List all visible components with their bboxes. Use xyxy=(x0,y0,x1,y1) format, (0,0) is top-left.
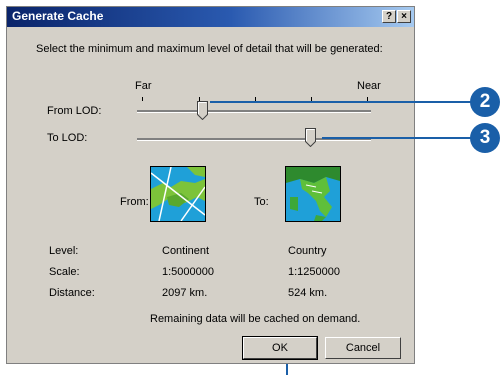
to-level-value: Country xyxy=(288,245,327,257)
instructions-text: Select the minimum and maximum level of … xyxy=(36,43,383,55)
from-scale-value: 1:5000000 xyxy=(162,266,214,278)
to-distance-value: 524 km. xyxy=(288,287,328,299)
slider-tick xyxy=(142,97,143,101)
callout-3: 3 xyxy=(470,123,500,153)
callout-2: 2 xyxy=(470,87,500,117)
level-label: Level: xyxy=(49,245,79,257)
distance-label: Distance: xyxy=(49,287,95,299)
ok-button[interactable]: OK xyxy=(242,336,318,360)
italy-map-icon xyxy=(285,166,341,222)
close-button[interactable]: × xyxy=(397,10,411,23)
far-label: Far xyxy=(135,80,152,92)
remaining-note: Remaining data will be cached on demand. xyxy=(150,313,361,325)
near-label: Near xyxy=(357,80,381,92)
from-distance-value: 2097 km. xyxy=(162,287,208,299)
scale-label: Scale: xyxy=(49,266,80,278)
callout-line-2 xyxy=(210,101,475,103)
from-lod-label: From LOD: xyxy=(47,105,102,117)
to-preview-label: To: xyxy=(254,196,269,208)
cancel-button[interactable]: Cancel xyxy=(325,337,401,359)
europe-map-icon xyxy=(150,166,206,222)
callout-line-3 xyxy=(322,137,476,139)
to-lod-label: To LOD: xyxy=(47,132,88,144)
from-preview-label: From: xyxy=(120,196,149,208)
dialog-title: Generate Cache xyxy=(12,9,104,23)
from-level-value: Continent xyxy=(162,245,210,257)
help-button[interactable]: ? xyxy=(382,10,396,23)
from-lod-slider-thumb[interactable] xyxy=(197,101,209,120)
from-lod-track[interactable] xyxy=(137,110,371,113)
generate-cache-dialog: Generate Cache ? × Select the minimum an… xyxy=(6,6,415,364)
to-scale-value: 1:1250000 xyxy=(288,266,340,278)
to-lod-slider-thumb[interactable] xyxy=(304,128,316,147)
callout-line-ok xyxy=(286,364,288,375)
title-bar: Generate Cache ? × xyxy=(7,7,414,27)
